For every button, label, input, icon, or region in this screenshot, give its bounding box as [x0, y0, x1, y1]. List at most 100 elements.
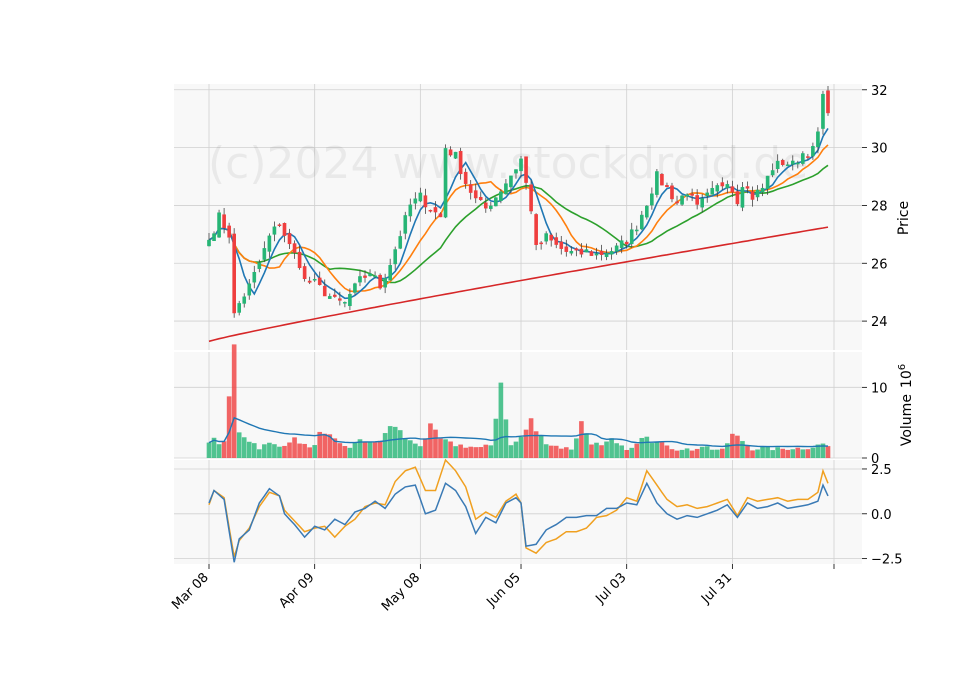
candle-body	[322, 285, 327, 297]
candle-body	[660, 173, 664, 186]
candle-body	[272, 226, 277, 235]
volume-bar	[609, 438, 614, 458]
candle-body	[388, 265, 392, 281]
volume-bar	[790, 449, 796, 458]
candle-body	[735, 191, 740, 205]
volume-bar	[669, 449, 675, 458]
volume-bar	[307, 447, 312, 458]
candle-body	[297, 251, 302, 269]
volume-bar	[377, 440, 383, 458]
candle-body	[433, 207, 438, 213]
candle-body	[564, 246, 569, 252]
candle-body	[262, 248, 267, 260]
x-tick-label: May 08	[379, 570, 423, 614]
volume-bar	[604, 441, 609, 458]
volume-bar	[538, 435, 544, 458]
candle-body	[826, 90, 830, 114]
candle-body	[458, 150, 463, 175]
candle-body	[740, 187, 745, 208]
candle-body	[509, 175, 513, 188]
candle-body	[252, 271, 257, 283]
candle-body	[614, 245, 619, 252]
candle-body	[418, 192, 423, 202]
volume-bar	[775, 447, 780, 458]
volume-bar	[277, 446, 282, 458]
volume-bar	[488, 445, 494, 458]
volume-bar	[468, 446, 474, 458]
x-tick-label: Jul 31	[698, 570, 735, 607]
volume-bar	[236, 432, 242, 458]
candle	[453, 151, 458, 159]
volume-bar	[800, 449, 806, 458]
candle	[217, 209, 221, 238]
candle-body	[242, 296, 247, 304]
volume-bar	[639, 437, 645, 458]
x-tick-label: Mar 08	[169, 570, 212, 613]
candle-body	[423, 195, 428, 208]
volume-bar	[246, 441, 252, 458]
candle	[655, 168, 659, 198]
candle-body	[267, 235, 272, 252]
volume-bar	[347, 447, 353, 458]
candle-body	[806, 156, 810, 158]
candle-body	[358, 276, 362, 283]
candle-body	[705, 192, 710, 197]
candle-body	[338, 298, 342, 301]
candle-body	[312, 278, 317, 281]
volume-bar	[569, 449, 574, 458]
x-axis-ticks: Mar 08 Apr 09 May 08 Jun 05 Jul 03 Jul 31	[169, 564, 835, 614]
candle	[680, 194, 684, 206]
stock-chart: (c)2024 www.stockdroid.de 2426283032010−…	[169, 84, 915, 615]
candle-body	[584, 249, 589, 253]
candle-body	[212, 233, 216, 242]
candle-body	[745, 186, 750, 189]
volume-bar	[418, 446, 423, 458]
volume-bar	[342, 446, 348, 458]
candle-body	[504, 183, 508, 195]
price-panel	[174, 84, 862, 350]
candle-body	[670, 185, 674, 200]
candle-body	[569, 250, 574, 254]
volume-bar	[322, 433, 328, 458]
volume-bar	[755, 449, 760, 458]
candle	[529, 180, 533, 215]
volume-bar	[206, 442, 212, 458]
volume-bar	[584, 433, 589, 458]
candle-body	[277, 224, 282, 226]
volume-bar	[267, 442, 272, 458]
candle-body	[539, 242, 543, 245]
candle-body	[403, 215, 408, 234]
watermark: (c)2024 www.stockdroid.de	[208, 138, 808, 189]
volume-multiplier: 10	[899, 370, 915, 388]
candle-body	[624, 241, 629, 245]
candle-body	[207, 239, 211, 247]
volume-bar	[518, 437, 524, 458]
volume-bar	[689, 450, 695, 458]
candle-body	[237, 303, 242, 313]
candle-body	[790, 160, 795, 165]
volume-bar	[221, 441, 227, 458]
candle-body	[222, 214, 226, 229]
candle-body	[327, 296, 332, 299]
candle-body	[232, 233, 236, 314]
volume-bar	[337, 443, 343, 458]
candle-body	[478, 196, 483, 200]
price-tick-label: 30	[871, 142, 888, 157]
volume-bar	[805, 449, 811, 458]
volume-bar	[558, 448, 564, 458]
candle-body	[483, 202, 488, 209]
candle-body	[594, 253, 599, 256]
candle-body	[549, 234, 554, 241]
volume-multiplier-exp: 6	[897, 364, 908, 370]
volume-bar	[428, 423, 433, 458]
volume-bar	[579, 421, 584, 458]
candle-body	[760, 187, 765, 193]
price-tick-label: 32	[871, 84, 888, 99]
volume-bar	[478, 447, 484, 458]
candle-body	[514, 169, 518, 174]
candle-body	[282, 222, 287, 236]
volume-bar	[548, 445, 554, 458]
candle-body	[765, 175, 770, 189]
volume-bar	[463, 447, 468, 458]
candle-body	[378, 274, 382, 289]
